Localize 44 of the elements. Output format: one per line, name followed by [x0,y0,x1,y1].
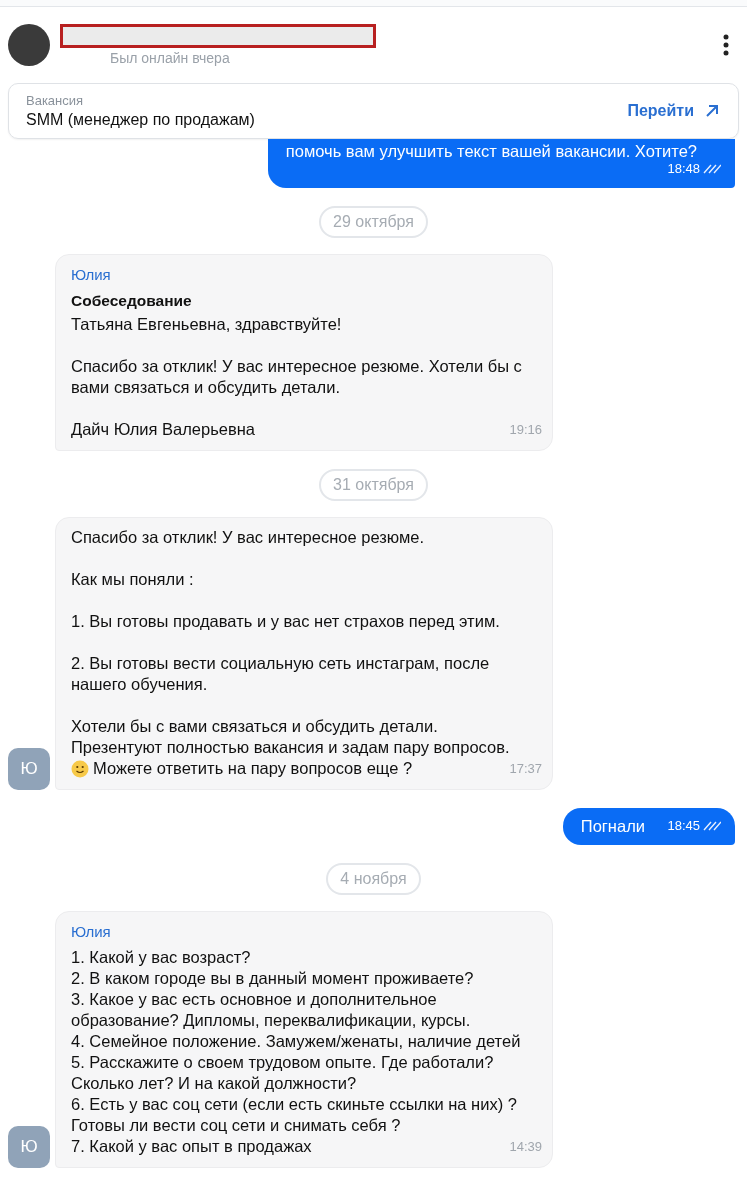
message-line: 7. Какой у вас опыт в продажах [71,1136,312,1157]
message-line: Готовы ли вести соц сети и снимать себя ? [71,1115,401,1136]
message-time: 14:39 [509,1139,542,1154]
sender-name: Юлия [71,265,112,285]
avatar[interactable] [8,24,50,66]
message-time: 18:45 [667,817,700,835]
message-line: Татьяна Евгеньевна, здравствуйте! [71,314,342,335]
message-line: 2. В каком городе вы в данный момент проживаете? [71,968,474,989]
message-line: Хотели бы с вами связаться и обсудить детали. [71,716,438,737]
message-line: Спасибо за отклик! У вас интересное резюме. Хотели бы с [71,356,522,377]
sender-avatar[interactable]: Ю [8,1126,50,1168]
open-vacancy-link[interactable]: Перейти [627,102,720,120]
message-line: Погнали [580,816,645,837]
message-line: 3. Какое у вас есть основное и дополнительное [71,989,437,1010]
message-line: помочь вам улучшить текст вашей вакансии. Хотите? [285,141,697,162]
date-divider: 31 октября [319,469,428,501]
online-status: Был онлайн вчера [110,50,231,66]
menu-icon[interactable] [723,34,729,56]
message-line: Как мы поняли : [71,569,194,590]
message-line: 4. Семейное положение. Замужем/женаты, наличие детей [71,1031,521,1052]
message-time: 17:37 [509,761,542,776]
message-title: Собеседование [71,291,193,311]
message-line: 1. Какой у вас возраст? [71,947,251,968]
vacancy-label: Вакансия [26,93,85,108]
message-line: Сколько лет? И на какой должности? [71,1073,357,1094]
message-line: Можете ответить на пару вопросов еще ? [93,758,413,779]
message-time: 19:16 [509,422,542,437]
date-divider: 29 октября [319,206,428,238]
message-line: 5. Расскажите о своем трудовом опыте. Где работали? [71,1052,494,1073]
date-divider: 4 ноября [326,863,421,895]
message-line: 6. Есть у вас соц сети (если есть скиньте ссылки на них) ? [71,1094,517,1115]
arrow-icon [704,103,720,119]
message-time: 18:48 [667,160,700,178]
message-line: нашего обучения. [71,674,208,695]
message-line: 1. Вы готовы продавать и у вас нет страхов перед этим. [71,611,500,632]
message-line: Презентуют полностью вакансия и задам пару вопросов. [71,737,510,758]
message-line: Спасибо за отклик! У вас интересное резюме. [71,527,425,548]
sender-name: Юлия [71,922,112,942]
message-line: вами связаться и обсудить детали. [71,377,340,398]
message-line: образование? Дипломы, переквалификации, курсы. [71,1010,471,1031]
message-line: Дайч Юлия Валерьевна [71,419,256,440]
vacancy-title: SMM (менеджер по продажам) [26,111,256,129]
sender-avatar[interactable]: Ю [8,748,50,790]
message-line: 2. Вы готовы вести социальную сеть инстаграм, после [71,653,490,674]
